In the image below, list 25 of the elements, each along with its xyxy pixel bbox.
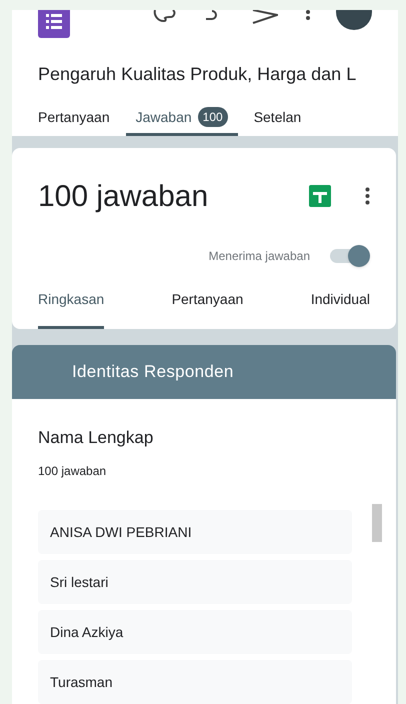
avatar-icon[interactable] — [336, 10, 372, 30]
view-tab[interactable]: Individual — [310, 288, 370, 328]
question-title: Nama Lengkap — [38, 426, 154, 448]
section-header: Identitas Responden — [12, 344, 396, 398]
toggle-switch[interactable] — [328, 244, 370, 266]
answer-item: Dina Azkiya — [38, 610, 352, 654]
palette-icon[interactable] — [152, 10, 176, 24]
scrollbar-thumb[interactable] — [372, 504, 382, 542]
response-count-title: 100 jawaban — [38, 178, 210, 214]
accepting-responses-label: Menerima jawaban — [208, 248, 310, 264]
answer-item: ANISA DWI PEBRIANI — [38, 510, 352, 554]
form-title: Pengaruh Kualitas Produk, Harga dan L — [37, 63, 358, 86]
count-badge: 100 — [198, 107, 228, 128]
tab[interactable]: Setelan — [244, 102, 312, 136]
answer-item: Sri lestari — [38, 560, 352, 604]
forms-logo-icon[interactable] — [38, 10, 70, 38]
view-tab[interactable]: Pertanyaan — [172, 288, 244, 328]
more-icon[interactable] — [306, 10, 310, 20]
tab[interactable]: Pertanyaan — [28, 102, 120, 136]
answer-count: 100 jawaban — [38, 463, 108, 480]
spreadsheet-icon[interactable] — [309, 185, 331, 207]
more-icon[interactable] — [365, 187, 370, 205]
answer-item: Turasman — [38, 660, 352, 704]
send-icon[interactable] — [252, 10, 278, 24]
view-tab[interactable]: Ringkasan — [38, 288, 104, 328]
